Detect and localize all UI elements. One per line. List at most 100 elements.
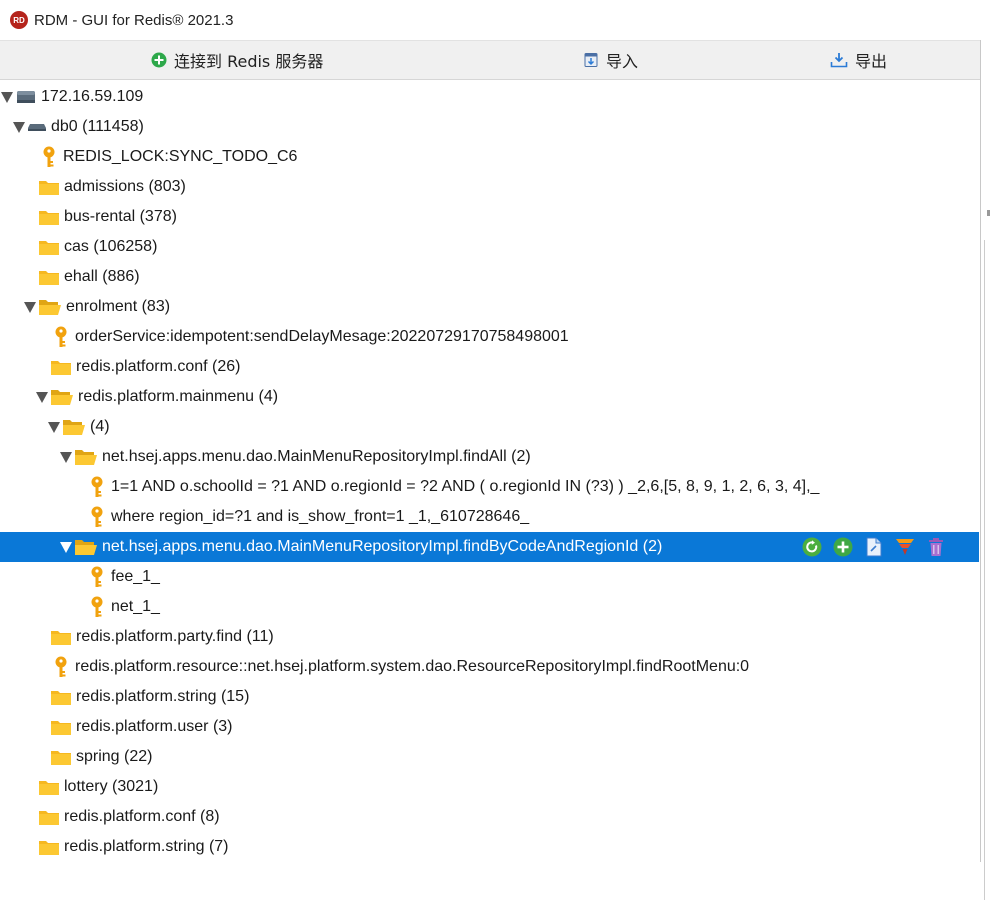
tree-node-folder[interactable]: admissions (803) <box>0 172 979 202</box>
tree-node-label: net_1_ <box>111 598 160 615</box>
key-icon <box>87 476 107 498</box>
folder-icon <box>38 268 60 286</box>
tree-node-label: net.hsej.apps.menu.dao.MainMenuRepositor… <box>102 538 663 555</box>
delete-icon[interactable] <box>926 537 946 557</box>
export-icon <box>830 52 848 68</box>
tree-node-label: redis.platform.mainmenu (4) <box>78 388 279 405</box>
tree-node-key[interactable]: fee_1_ <box>0 562 979 592</box>
key-icon <box>87 596 107 618</box>
key-icon <box>39 146 59 168</box>
key-icon <box>51 656 71 678</box>
expand-arrow-icon[interactable] <box>1 91 13 103</box>
tree-node-label: db0 (111458) <box>51 118 144 135</box>
tree-node-label: 1=1 AND o.schoolId = ?1 AND o.regionId =… <box>111 478 820 495</box>
tree-node-label: cas (106258) <box>64 238 158 255</box>
tree-node-label: ehall (886) <box>64 268 140 285</box>
right-panel-edge <box>980 40 990 900</box>
folder-icon <box>50 748 72 766</box>
folder-icon <box>38 208 60 226</box>
key-tree: 172.16.59.109 db0 (111458) REDIS_LOCK:SY… <box>0 82 980 862</box>
database-icon <box>27 119 47 135</box>
export-label: 导出 <box>855 52 888 71</box>
tree-node-label: enrolment (83) <box>66 298 171 315</box>
tree-node-folder[interactable]: enrolment (83) <box>0 292 979 322</box>
tree-node-label: redis.platform.conf (8) <box>64 808 220 825</box>
expand-arrow-icon[interactable] <box>24 301 36 313</box>
reload-icon[interactable] <box>802 537 822 557</box>
tree-node-label: admissions (803) <box>64 178 186 195</box>
tree-node-folder[interactable]: redis.platform.conf (26) <box>0 352 979 382</box>
row-actions <box>802 537 946 557</box>
export-button[interactable]: 导出 <box>830 41 887 79</box>
tree-node-database[interactable]: db0 (111458) <box>0 112 979 142</box>
connect-server-button[interactable]: 连接到 Redis 服务器 <box>151 41 323 79</box>
tree-node-label: redis.platform.resource::net.hsej.platfo… <box>75 658 750 675</box>
tree-node-key[interactable]: net_1_ <box>0 592 979 622</box>
toolbar: 连接到 Redis 服务器 导入 导出 <box>0 40 980 80</box>
tree-node-folder[interactable]: bus-rental (378) <box>0 202 979 232</box>
add-connection-icon <box>151 52 167 68</box>
tree-node-folder[interactable]: redis.platform.conf (8) <box>0 802 979 832</box>
app-logo-icon: RD <box>10 11 28 29</box>
expand-arrow-icon[interactable] <box>48 421 60 433</box>
add-icon[interactable] <box>833 537 853 557</box>
tree-node-label: redis.platform.user (3) <box>76 718 233 735</box>
import-icon <box>583 52 599 68</box>
connect-server-label: 连接到 Redis 服务器 <box>174 52 324 71</box>
server-icon <box>15 88 37 106</box>
tree-node-folder[interactable]: redis.platform.user (3) <box>0 712 979 742</box>
panel-edge-line <box>984 240 985 900</box>
tree-node-label: bus-rental (378) <box>64 208 177 225</box>
key-icon <box>87 506 107 528</box>
tree-node-label: lottery (3021) <box>64 778 159 795</box>
tree-node-key[interactable]: redis.platform.resource::net.hsej.platfo… <box>0 652 979 682</box>
folder-icon <box>50 358 72 376</box>
tree-node-folder[interactable]: lottery (3021) <box>0 772 979 802</box>
tree-node-folder[interactable]: ehall (886) <box>0 262 979 292</box>
tree-node-server[interactable]: 172.16.59.109 <box>0 82 979 112</box>
folder-open-icon <box>62 418 86 436</box>
expand-arrow-icon[interactable] <box>13 121 25 133</box>
tree-node-label: fee_1_ <box>111 568 160 585</box>
tree-node-folder[interactable]: cas (106258) <box>0 232 979 262</box>
filter-icon[interactable] <box>895 537 915 557</box>
folder-open-icon <box>74 538 98 556</box>
tree-node-label: redis.platform.conf (26) <box>76 358 241 375</box>
tree-node-label: where region_id=?1 and is_show_front=1 _… <box>111 508 530 525</box>
tree-node-folder[interactable]: redis.platform.mainmenu (4) <box>0 382 979 412</box>
tree-node-key[interactable]: 1=1 AND o.schoolId = ?1 AND o.regionId =… <box>0 472 979 502</box>
tree-node-folder[interactable]: redis.platform.string (15) <box>0 682 979 712</box>
tree-node-folder-selected[interactable]: net.hsej.apps.menu.dao.MainMenuRepositor… <box>0 532 979 562</box>
key-icon <box>51 326 71 348</box>
tree-node-key[interactable]: orderService:idempotent:sendDelayMesage:… <box>0 322 979 352</box>
title-bar: RD RDM - GUI for Redis® 2021.3 <box>0 0 990 40</box>
expand-arrow-icon[interactable] <box>60 451 72 463</box>
tree-node-key[interactable]: REDIS_LOCK:SYNC_TODO_C6 <box>0 142 979 172</box>
tree-node-folder[interactable]: spring (22) <box>0 742 979 772</box>
folder-icon <box>50 688 72 706</box>
folder-icon <box>50 628 72 646</box>
tree-node-label: (4) <box>90 418 110 435</box>
folder-icon <box>38 778 60 796</box>
tree-node-label: redis.platform.string (7) <box>64 838 229 855</box>
tree-node-key[interactable]: where region_id=?1 and is_show_front=1 _… <box>0 502 979 532</box>
folder-open-icon <box>50 388 74 406</box>
folder-icon <box>38 178 60 196</box>
tree-node-label: 172.16.59.109 <box>41 88 144 105</box>
tree-node-folder[interactable]: (4) <box>0 412 979 442</box>
copy-icon[interactable] <box>864 537 884 557</box>
tree-node-folder[interactable]: net.hsej.apps.menu.dao.MainMenuRepositor… <box>0 442 979 472</box>
key-icon <box>87 566 107 588</box>
tree-node-label: net.hsej.apps.menu.dao.MainMenuRepositor… <box>102 448 531 465</box>
folder-icon <box>50 718 72 736</box>
import-button[interactable]: 导入 <box>583 41 638 79</box>
tree-node-label: spring (22) <box>76 748 153 765</box>
tree-node-label: REDIS_LOCK:SYNC_TODO_C6 <box>63 148 298 165</box>
folder-open-icon <box>74 448 98 466</box>
folder-icon <box>38 808 60 826</box>
expand-arrow-icon[interactable] <box>60 541 72 553</box>
expand-arrow-icon[interactable] <box>36 391 48 403</box>
tree-node-folder[interactable]: redis.platform.string (7) <box>0 832 979 862</box>
window-title: RDM - GUI for Redis® 2021.3 <box>34 11 234 29</box>
tree-node-folder[interactable]: redis.platform.party.find (11) <box>0 622 979 652</box>
